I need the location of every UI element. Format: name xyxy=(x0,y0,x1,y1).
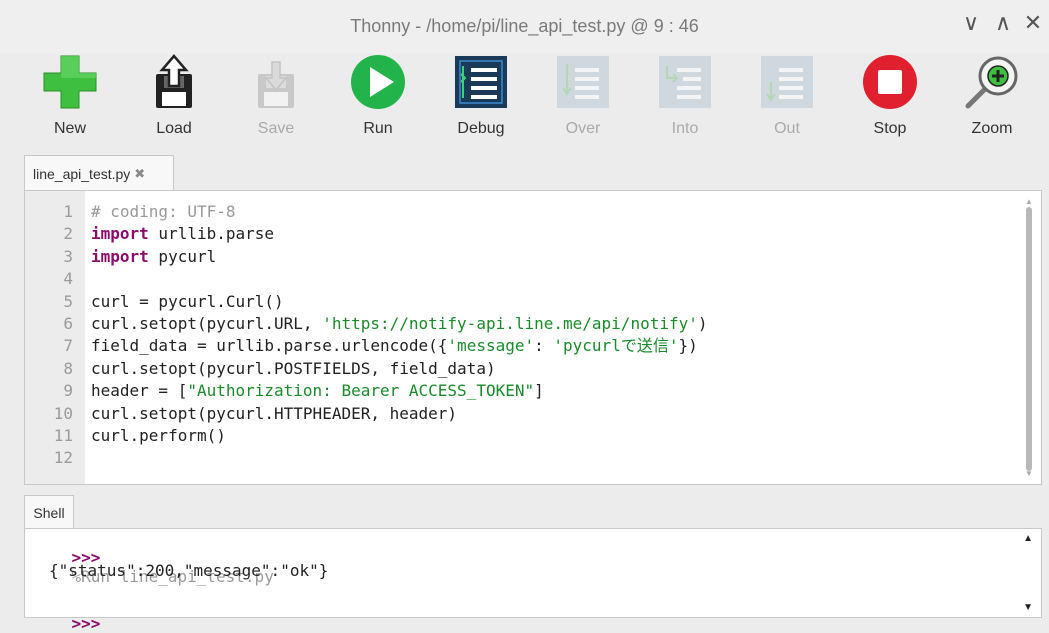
out-label: Out xyxy=(774,120,800,137)
play-icon xyxy=(346,50,410,114)
string-literal: "Authorization: Bearer ACCESS_TOKEN" xyxy=(187,381,535,401)
line-number: 8 xyxy=(63,358,73,378)
keyword: import xyxy=(91,246,149,266)
run-label: Run xyxy=(363,120,393,137)
code-line: curl.setopt(pycurl.POSTFIELDS, field_dat… xyxy=(91,358,708,380)
debug-label: Debug xyxy=(457,120,505,137)
shell-console[interactable]: >>> %Run line_api_test.py {"status":200,… xyxy=(24,528,1042,633)
code-line: curl = pycurl.Curl() xyxy=(91,291,708,313)
code-text: header = [ xyxy=(91,381,188,401)
code-text: curl.setopt(pycurl.POSTFIELDS, field_dat… xyxy=(91,358,496,378)
stop-icon xyxy=(858,50,922,114)
step-out-button[interactable]: Out xyxy=(747,50,827,142)
run-button[interactable]: Run xyxy=(338,50,418,142)
code-line: field_data = urllib.parse.urlencode({'me… xyxy=(91,335,708,357)
minimize-button[interactable]: ∨ xyxy=(958,8,984,38)
save-floppy-icon xyxy=(244,50,308,114)
toolbar: New Load Save Run Debug Over Into Out St… xyxy=(0,50,1049,145)
plus-icon xyxy=(38,50,102,114)
tab-close-icon[interactable]: ✖ xyxy=(134,166,145,182)
code-text: curl = pycurl.Curl() xyxy=(91,291,284,311)
code-text: curl.setopt(pycurl.URL, xyxy=(91,313,323,333)
code-text: ] xyxy=(534,381,544,401)
code-text: pycurl xyxy=(148,246,217,266)
code-text: field_data = urllib.parse.urlencode({ xyxy=(91,336,448,356)
code-line: header = ["Authorization: Bearer ACCESS_… xyxy=(91,380,708,402)
tab-shell[interactable]: Shell xyxy=(24,495,74,529)
shell-scroll-down-icon[interactable]: ▼ xyxy=(1023,602,1033,613)
code-text: curl.perform() xyxy=(91,425,226,445)
shell-input-line[interactable]: >>> xyxy=(33,595,101,633)
tab-line-api-test[interactable]: line_api_test.py ✖ xyxy=(24,155,174,191)
line-number: 4 xyxy=(63,269,73,289)
stop-button[interactable]: Stop xyxy=(850,50,930,142)
code-line: import pycurl xyxy=(91,246,708,268)
scrollbar-thumb[interactable] xyxy=(1026,207,1032,471)
code-lines[interactable]: # coding: UTF-8 import urllib.parse impo… xyxy=(91,201,708,470)
save-label: Save xyxy=(257,120,295,137)
new-label: New xyxy=(53,120,86,137)
code-line: curl.perform() xyxy=(91,425,708,447)
load-floppy-icon xyxy=(142,50,206,114)
line-number: 3 xyxy=(63,246,73,266)
code-line: # coding: UTF-8 xyxy=(91,201,708,223)
line-number: 6 xyxy=(63,313,73,333)
string-literal: 'message' xyxy=(447,336,535,356)
line-number: 10 xyxy=(53,403,73,423)
new-button[interactable]: New xyxy=(30,50,110,142)
scroll-up-arrow-icon[interactable]: ▲ xyxy=(1023,197,1035,207)
line-number: 9 xyxy=(63,381,73,401)
step-over-icon xyxy=(551,50,615,114)
tab-label: line_api_test.py xyxy=(33,165,131,182)
zoom-magnifier-icon xyxy=(960,50,1024,114)
save-button[interactable]: Save xyxy=(236,50,316,142)
comment: # coding: UTF-8 xyxy=(91,202,236,221)
over-label: Over xyxy=(565,120,601,137)
debug-button[interactable]: Debug xyxy=(441,50,521,142)
line-number: 1 xyxy=(63,202,73,221)
line-number: 12 xyxy=(53,448,73,468)
step-into-button[interactable]: Into xyxy=(645,50,725,142)
title-bar: Thonny - /home/pi/line_api_test.py @ 9 :… xyxy=(0,0,1049,54)
line-number: 11 xyxy=(53,425,73,445)
code-text: }) xyxy=(678,336,698,356)
scroll-down-arrow-icon[interactable]: ▼ xyxy=(1023,469,1035,479)
shell-prompt: >>> xyxy=(71,614,101,633)
maximize-button[interactable]: ∧ xyxy=(990,8,1016,38)
zoom-button[interactable]: Zoom xyxy=(952,50,1032,142)
step-over-button[interactable]: Over xyxy=(543,50,623,142)
step-into-icon xyxy=(653,50,717,114)
window-title: Thonny - /home/pi/line_api_test.py @ 9 :… xyxy=(350,16,699,36)
line-numbers: 1 2 3 4 5 6 7 8 9 10 11 12 xyxy=(25,201,85,470)
code-text: urllib.parse xyxy=(148,224,275,244)
code-line: curl.setopt(pycurl.HTTPHEADER, header) xyxy=(91,403,708,425)
load-label: Load xyxy=(156,120,192,137)
close-window-button[interactable]: ✕ xyxy=(1020,8,1046,38)
step-out-icon xyxy=(755,50,819,114)
shell-scroll-up-icon[interactable]: ▲ xyxy=(1023,533,1033,544)
code-line: import urllib.parse xyxy=(91,223,708,245)
debug-icon xyxy=(449,50,513,114)
into-label: Into xyxy=(671,120,699,137)
string-literal: 'https://notify-api.line.me/api/notify' xyxy=(322,313,698,333)
line-number: 7 xyxy=(63,336,73,356)
keyword: import xyxy=(91,224,149,244)
editor-scrollbar[interactable]: ▲ ▼ xyxy=(1023,197,1035,479)
shell-output: {"status":200,"message":"ok"} xyxy=(49,561,329,580)
code-line: curl.setopt(pycurl.URL, 'https://notify-… xyxy=(91,313,708,335)
code-text: curl.setopt(pycurl.HTTPHEADER, header) xyxy=(91,403,458,423)
code-editor[interactable]: 1 2 3 4 5 6 7 8 9 10 11 12 # coding: UTF… xyxy=(24,190,1042,485)
load-button[interactable]: Load xyxy=(134,50,214,142)
code-text: ) xyxy=(697,313,708,333)
code-text: : xyxy=(534,336,554,356)
line-number: 2 xyxy=(63,224,73,244)
string-literal: 'pycurlで送信' xyxy=(553,336,679,356)
stop-label: Stop xyxy=(873,120,907,137)
line-number: 5 xyxy=(63,291,73,311)
zoom-label: Zoom xyxy=(971,120,1013,137)
